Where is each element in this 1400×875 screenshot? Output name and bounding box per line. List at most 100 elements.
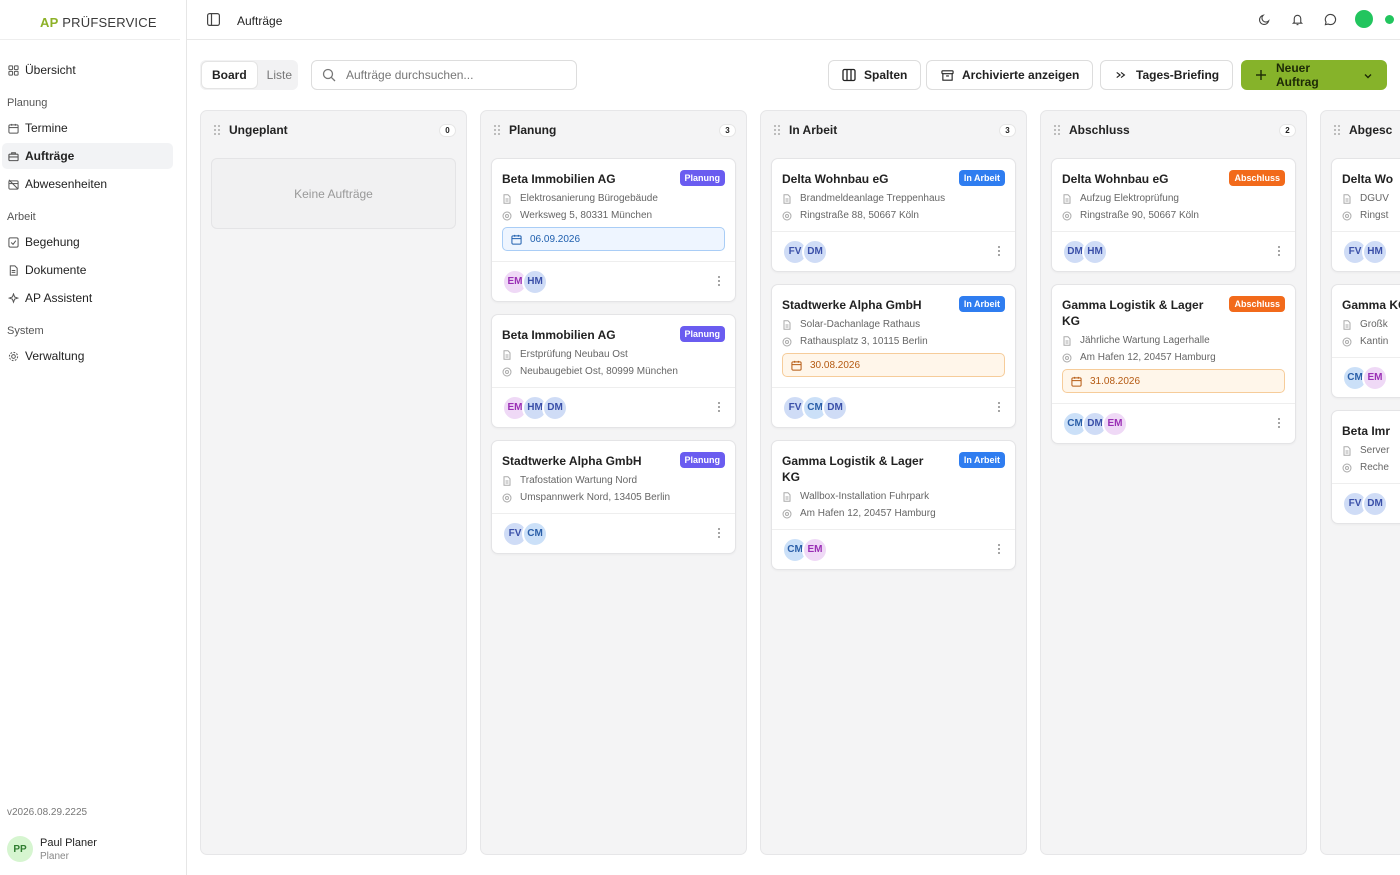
nav-section-arbeit: Arbeit xyxy=(7,211,36,223)
empty-column-placeholder: Keine Aufträge xyxy=(211,158,456,229)
order-card[interactable]: Stadtwerke Alpha GmbH Planung Trafostation… xyxy=(491,440,736,554)
logo-divider xyxy=(0,39,180,40)
drag-handle-icon[interactable] xyxy=(773,124,781,136)
assignee-avatar[interactable]: HM xyxy=(522,268,548,295)
sidebar-item-begehung[interactable]: Begehung xyxy=(2,229,173,255)
due-date-chip[interactable]: 30.08.2026 xyxy=(782,353,1005,377)
card-footer: CM EM xyxy=(772,529,1015,569)
order-card[interactable]: Beta Immobilien AG Planung Erstprüfung Neu… xyxy=(491,314,736,428)
order-task: Solar-Dachanlage Rathaus xyxy=(782,319,1005,330)
show-archived-button[interactable]: Archivierte anzeigen xyxy=(926,60,1094,90)
app-logo[interactable]: AP PRÜFSERVICE xyxy=(40,15,157,30)
more-options-icon[interactable] xyxy=(997,543,1001,557)
card-body: Beta Imr Server Reche xyxy=(1332,411,1400,483)
order-card[interactable]: Stadtwerke Alpha GmbH In Arbeit Solar-Dach… xyxy=(771,284,1016,428)
order-task-text: Großk xyxy=(1360,319,1388,330)
order-task-text: Jährliche Wartung Lagerhalle xyxy=(1080,335,1210,346)
assignee-avatar[interactable]: HM xyxy=(1362,238,1388,265)
drag-handle-icon[interactable] xyxy=(493,124,501,136)
due-date-text: 06.09.2026 xyxy=(530,233,581,245)
assignee-avatar[interactable]: DM xyxy=(542,394,568,421)
order-card[interactable]: Gamma Logistik & Lager KG Abschluss Jährli… xyxy=(1051,284,1296,444)
more-options-icon[interactable] xyxy=(1277,245,1281,259)
chevron-down-icon[interactable] xyxy=(1363,70,1373,80)
due-date-text: 31.08.2026 xyxy=(1090,375,1141,387)
new-order-button[interactable]: Neuer Auftrag xyxy=(1241,60,1387,90)
card-footer: FV CM xyxy=(492,513,735,553)
assignee-avatar[interactable]: EM xyxy=(802,536,828,563)
chat-icon[interactable] xyxy=(1322,11,1338,27)
more-options-icon[interactable] xyxy=(717,401,721,415)
sidebar: AP PRÜFSERVICE Übersicht Planung Termine Au… xyxy=(0,0,187,875)
assignee-avatar[interactable]: DM xyxy=(802,238,828,265)
document-icon xyxy=(1342,319,1352,330)
due-date-chip[interactable]: 31.08.2026 xyxy=(1062,369,1285,393)
assignee-avatar[interactable]: CM xyxy=(522,520,548,547)
order-card[interactable]: Beta Immobilien AG Planung Elektrosanierun… xyxy=(491,158,736,302)
order-address-text: Kantin xyxy=(1360,336,1389,347)
sidebar-item-label: Termine xyxy=(25,121,68,135)
location-pin-icon xyxy=(502,493,512,503)
assignee-avatar[interactable]: DM xyxy=(1362,490,1388,517)
assignee-avatar[interactable]: HM xyxy=(1082,238,1108,265)
order-card[interactable]: Gamma Logistik & Lager KG In Arbeit Wallbo… xyxy=(771,440,1016,570)
location-pin-icon xyxy=(1342,211,1352,221)
nav-section-planung: Planung xyxy=(7,97,48,109)
moon-icon[interactable] xyxy=(1256,11,1272,27)
bell-icon[interactable] xyxy=(1289,11,1305,27)
sidebar-item-aufträge[interactable]: Aufträge xyxy=(2,143,173,169)
order-card[interactable]: Delta Wohnbau eG In Arbeit Brandmeldeanlag… xyxy=(771,158,1016,272)
columns-button[interactable]: Spalten xyxy=(828,60,922,90)
user-profile[interactable]: PP Paul Planer Planer xyxy=(7,836,97,862)
order-task-text: DGUV xyxy=(1360,193,1389,204)
assignee-avatar[interactable]: EM xyxy=(1102,410,1128,437)
order-card[interactable]: Delta Wo DGUV Ringst FV HM xyxy=(1331,158,1400,272)
more-options-icon[interactable] xyxy=(997,401,1001,415)
sidebar-item-ap-assistent[interactable]: AP Assistent xyxy=(2,285,173,311)
order-address-text: Am Hafen 12, 20457 Hamburg xyxy=(800,508,936,519)
order-card[interactable]: Beta Imr Server Reche FV DM xyxy=(1331,410,1400,524)
more-options-icon[interactable] xyxy=(717,275,721,289)
board-column-planung: Planung 3 Beta Immobilien AG Planung Elektro… xyxy=(480,110,747,855)
calendar-icon xyxy=(791,360,802,371)
order-task: Server xyxy=(1342,445,1400,456)
assignee-avatar[interactable]: DM xyxy=(822,394,848,421)
drag-handle-icon[interactable] xyxy=(213,124,221,136)
order-address: Reche xyxy=(1342,462,1400,473)
status-badge: Abschluss xyxy=(1229,296,1285,312)
order-task-text: Server xyxy=(1360,445,1390,456)
card-body: Gamma KG Großk Kantin xyxy=(1332,285,1400,357)
view-board-button[interactable]: Board xyxy=(202,62,257,88)
briefcase-icon xyxy=(7,150,19,162)
client-name: Delta Wo xyxy=(1342,172,1394,186)
sidebar-item-abwesenheiten[interactable]: Abwesenheiten xyxy=(2,171,173,197)
sidebar-item-label: Dokumente xyxy=(25,263,87,277)
view-list-button[interactable]: Liste xyxy=(257,62,302,88)
more-options-icon[interactable] xyxy=(1277,417,1281,431)
drag-handle-icon[interactable] xyxy=(1053,124,1061,136)
sidebar-item-label: AP Assistent xyxy=(25,291,93,305)
due-date-chip[interactable]: 06.09.2026 xyxy=(502,227,725,251)
order-address-text: Werksweg 5, 80331 München xyxy=(520,210,653,221)
show-archived-label: Archivierte anzeigen xyxy=(962,68,1080,82)
order-card[interactable]: Gamma KG Großk Kantin CMEM xyxy=(1331,284,1400,398)
sidebar-item-verwaltung[interactable]: Verwaltung xyxy=(2,343,173,369)
account-avatar[interactable] xyxy=(1355,10,1373,28)
document-icon xyxy=(1342,445,1352,456)
sidebar-toggle-icon[interactable] xyxy=(207,13,221,27)
column-header: Abschluss 2 xyxy=(1041,111,1306,149)
sidebar-item-termine[interactable]: Termine xyxy=(2,115,173,141)
assignee-avatar[interactable]: EM xyxy=(1362,364,1388,391)
drag-handle-icon[interactable] xyxy=(1333,124,1341,136)
grid-icon xyxy=(7,64,19,76)
card-body: Delta Wohnbau eG Abschluss Aufzug Elektrop… xyxy=(1052,159,1295,231)
more-options-icon[interactable] xyxy=(997,245,1001,259)
board-column-abschluss: Abschluss 2 Delta Wohnbau eG Abschluss Aufzu… xyxy=(1040,110,1307,855)
daily-briefing-button[interactable]: Tages-Briefing xyxy=(1100,60,1234,90)
order-task-text: Solar-Dachanlage Rathaus xyxy=(800,319,921,330)
search-input[interactable] xyxy=(346,68,566,82)
sidebar-item-dokumente[interactable]: Dokumente xyxy=(2,257,173,283)
more-options-icon[interactable] xyxy=(717,527,721,541)
order-card[interactable]: Delta Wohnbau eG Abschluss Aufzug Elektrop… xyxy=(1051,158,1296,272)
sidebar-item-übersicht[interactable]: Übersicht xyxy=(2,57,173,83)
